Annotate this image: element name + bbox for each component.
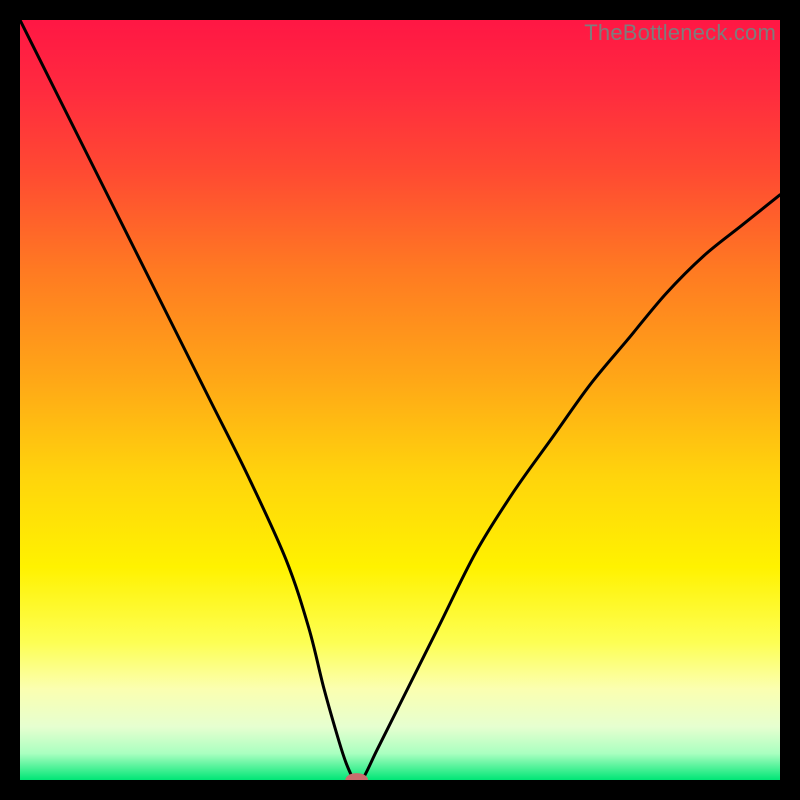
- chart-background: [20, 20, 780, 780]
- chart-frame: TheBottleneck.com: [20, 20, 780, 780]
- watermark-text: TheBottleneck.com: [584, 20, 776, 46]
- chart-svg: [20, 20, 780, 780]
